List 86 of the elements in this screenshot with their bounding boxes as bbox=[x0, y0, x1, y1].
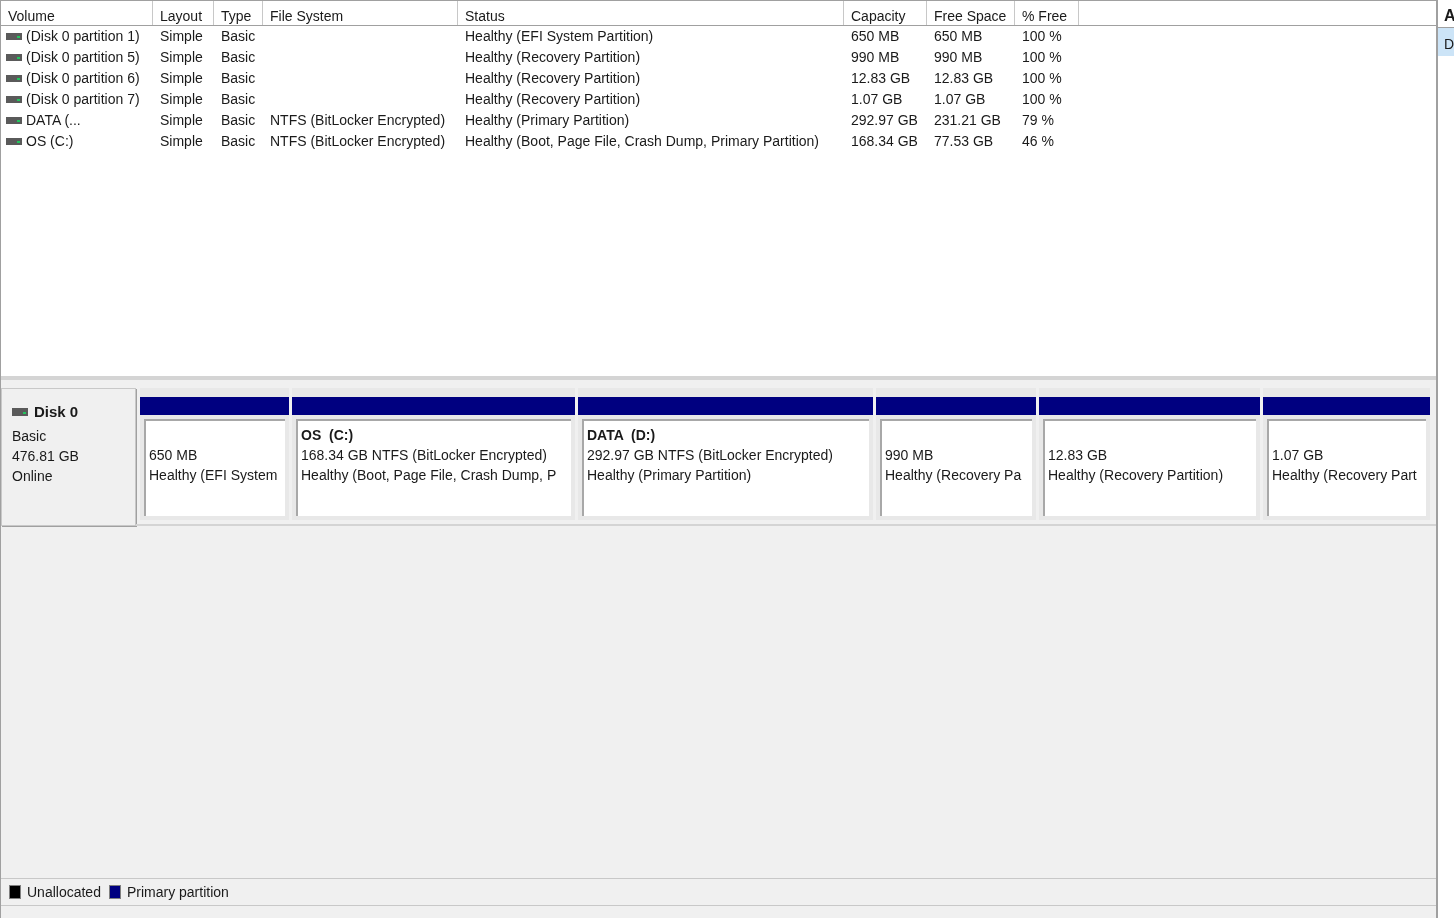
partition-status: Healthy (Boot, Page File, Crash Dump, P bbox=[301, 466, 558, 485]
partition-size: 12.83 GB bbox=[1048, 446, 1109, 465]
table-cell-text: Simple bbox=[160, 27, 203, 46]
table-cell-text: Simple bbox=[160, 132, 203, 151]
partition-label: DATA (D:) bbox=[587, 426, 657, 445]
table-cell-text: 1.07 GB bbox=[851, 90, 903, 109]
table-cell-text: Healthy (Recovery Partition) bbox=[465, 90, 641, 109]
partition-size: 292.97 GB NTFS (BitLocker Encrypted) bbox=[587, 446, 834, 465]
table-cell-text: Basic bbox=[221, 111, 256, 130]
table-cell-text: Healthy (Primary Partition) bbox=[465, 111, 630, 130]
partition-status: Healthy (Recovery Partition) bbox=[1048, 466, 1225, 485]
disk-status: Online bbox=[12, 466, 54, 486]
table-cell-text: Basic bbox=[221, 132, 256, 151]
column-header[interactable]: Status bbox=[458, 1, 844, 25]
partition-status: Healthy (Recovery Part bbox=[1272, 466, 1418, 485]
drive-icon bbox=[6, 138, 22, 145]
drive-icon bbox=[6, 96, 22, 103]
partition-status: Healthy (Primary Partition) bbox=[587, 466, 753, 485]
table-cell-text: (Disk 0 partition 5) bbox=[26, 48, 140, 67]
column-header[interactable]: Layout bbox=[153, 1, 214, 25]
table-cell-text: 12.83 GB bbox=[851, 69, 911, 88]
partition-block[interactable]: 990 MB Healthy (Recovery Pa bbox=[876, 388, 1036, 520]
list-item[interactable]: D bbox=[1438, 28, 1454, 56]
drive-icon bbox=[6, 54, 22, 61]
table-cell-text: Basic bbox=[221, 27, 256, 46]
table-cell-text: 650 MB bbox=[851, 27, 900, 46]
table-cell-text: Simple bbox=[160, 48, 203, 67]
disk-size: 476.81 GB bbox=[12, 446, 80, 466]
partition-status: Healthy (Recovery Pa bbox=[885, 466, 1023, 485]
table-cell-text: 990 MB bbox=[851, 48, 900, 67]
table-cell-text: 650 MB bbox=[934, 27, 983, 46]
disk-name: Disk 0 bbox=[34, 402, 79, 422]
table-cell-text: (Disk 0 partition 1) bbox=[26, 27, 140, 46]
table-cell-text: 292.97 GB bbox=[851, 111, 918, 130]
column-header[interactable]: Free Space bbox=[927, 1, 1015, 25]
table-cell-text: Basic bbox=[221, 90, 256, 109]
partition-size: 1.07 GB bbox=[1272, 446, 1325, 465]
partition-block[interactable]: 12.83 GB Healthy (Recovery Partition) bbox=[1039, 388, 1260, 520]
table-cell-text: Simple bbox=[160, 111, 203, 130]
table-cell-text: Basic bbox=[221, 69, 256, 88]
table-cell-text: Healthy (Recovery Partition) bbox=[465, 69, 641, 88]
table-cell-text: 1.07 GB bbox=[934, 90, 986, 109]
partition-block[interactable]: 1.07 GB Healthy (Recovery Part bbox=[1263, 388, 1430, 520]
partition-label: OS (C:) bbox=[301, 426, 355, 445]
column-header[interactable]: Type bbox=[214, 1, 263, 25]
table-cell-text: 168.34 GB bbox=[851, 132, 918, 151]
table-cell-text: 100 % bbox=[1022, 90, 1062, 109]
table-cell-text: 46 % bbox=[1022, 132, 1054, 151]
table-cell-text: Basic bbox=[221, 48, 256, 67]
table-cell-text: Healthy (Recovery Partition) bbox=[465, 48, 641, 67]
drive-icon bbox=[6, 33, 22, 40]
table-cell-text: NTFS (BitLocker Encrypted) bbox=[270, 132, 446, 151]
table-cell-text: (Disk 0 partition 6) bbox=[26, 69, 140, 88]
table-cell-text: 12.83 GB bbox=[934, 69, 994, 88]
drive-icon bbox=[6, 117, 22, 124]
table-cell-text: 990 MB bbox=[934, 48, 983, 67]
partition-size: 650 MB bbox=[149, 446, 199, 465]
table-cell-text: 100 % bbox=[1022, 48, 1062, 67]
drive-icon bbox=[12, 408, 28, 417]
partition-block[interactable]: DATA (D:) 292.97 GB NTFS (BitLocker Encrypted) Healthy (Primary Partition) bbox=[578, 388, 873, 520]
table-cell-text: 79 % bbox=[1022, 111, 1054, 130]
table-cell-text: Healthy (EFI System Partition) bbox=[465, 27, 654, 46]
partition-status: Healthy (EFI System bbox=[149, 466, 279, 485]
table-cell-text: 100 % bbox=[1022, 69, 1062, 88]
table-cell-text: NTFS (BitLocker Encrypted) bbox=[270, 111, 446, 130]
column-header[interactable]: Capacity bbox=[844, 1, 927, 25]
legend-label: Unallocated bbox=[27, 882, 101, 902]
table-cell-text: 231.21 GB bbox=[934, 111, 1001, 130]
column-header[interactable]: Volume bbox=[1, 1, 153, 25]
partition-size: 168.34 GB NTFS (BitLocker Encrypted) bbox=[301, 446, 548, 465]
table-cell-text: Healthy (Boot, Page File, Crash Dump, Primary Partition) bbox=[465, 132, 819, 151]
partition-block[interactable]: OS (C:) 168.34 GB NTFS (BitLocker Encrypted) Healthy (Boot, Page File, Crash Dump, P bbox=[292, 388, 575, 520]
table-cell-text: (Disk 0 partition 7) bbox=[26, 90, 140, 109]
table-cell-text: 100 % bbox=[1022, 27, 1062, 46]
partition-block[interactable]: 650 MB Healthy (EFI System bbox=[140, 388, 289, 520]
table-cell-text: Simple bbox=[160, 69, 203, 88]
drive-icon bbox=[6, 75, 22, 82]
column-header[interactable]: % Free bbox=[1015, 1, 1079, 25]
table-cell-text: OS (C:) bbox=[26, 132, 74, 151]
table-cell-text: 77.53 GB bbox=[934, 132, 994, 151]
column-header[interactable]: File System bbox=[263, 1, 458, 25]
table-cell-text: Simple bbox=[160, 90, 203, 109]
partition-size: 990 MB bbox=[885, 446, 935, 465]
disk-type: Basic bbox=[12, 426, 48, 446]
table-cell-text: DATA (... bbox=[26, 111, 81, 130]
legend-label: Primary partition bbox=[126, 882, 229, 902]
